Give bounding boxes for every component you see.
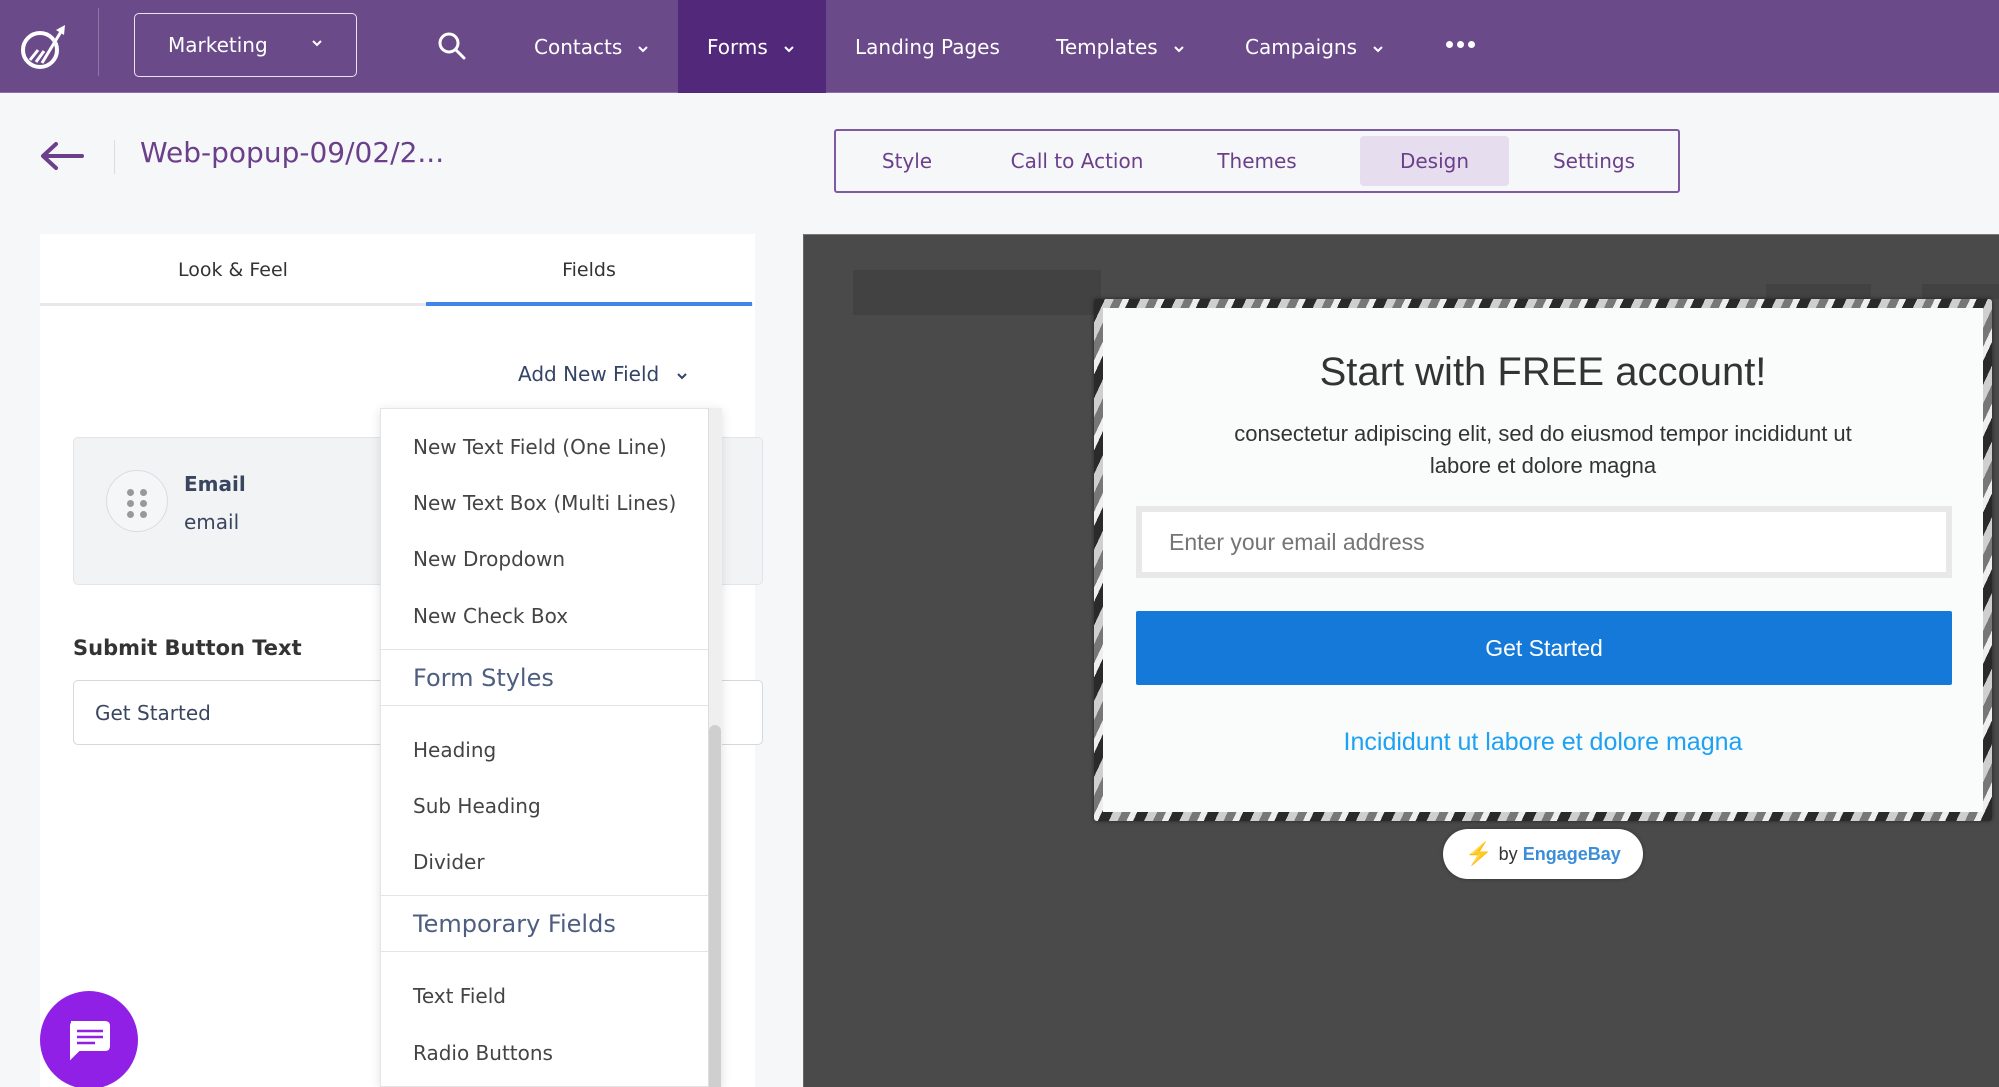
nav-item-templates[interactable]: Templates [1056, 0, 1186, 93]
nav-item-label: Templates [1056, 34, 1158, 59]
menu-divider [381, 951, 711, 952]
editor-tab-group: Style Call to Action Themes Design Setti… [834, 129, 1680, 193]
preview-placeholder-block [1922, 284, 1999, 299]
menu-item-new-check-box[interactable]: New Check Box [413, 604, 568, 628]
menu-item-radio-buttons[interactable]: Radio Buttons [413, 1041, 553, 1065]
powered-by-badge[interactable]: ⚡ by EngageBay [1443, 829, 1643, 879]
popup-footer-link[interactable]: Incididunt ut labore et dolore magna [1103, 728, 1983, 757]
panel-tabs: Look & Feel Fields [40, 234, 753, 306]
nav-item-label: Forms [707, 34, 768, 59]
chevron-down-icon [638, 45, 648, 52]
popup-email-input[interactable] [1136, 506, 1952, 578]
menu-divider [381, 895, 711, 896]
tab-fields[interactable]: Fields [426, 234, 752, 306]
preview-placeholder-block [853, 270, 1101, 315]
chevron-down-icon [312, 40, 322, 47]
popup-form: Start with FREE account! consectetur adi… [1103, 308, 1983, 812]
popup-subheading: consectetur adipiscing elit, sed do eius… [1234, 421, 1852, 478]
menu-item-heading[interactable]: Heading [413, 738, 496, 762]
tab-look-and-feel[interactable]: Look & Feel [40, 234, 426, 306]
nav-item-contacts[interactable]: Contacts [534, 0, 650, 93]
chevron-down-icon [784, 45, 794, 52]
more-horizontal-icon[interactable] [1446, 41, 1475, 48]
search-icon[interactable] [436, 30, 468, 62]
nav-item-forms[interactable]: Forms [678, 0, 826, 93]
menu-item-new-text-box[interactable]: New Text Box (Multi Lines) [413, 491, 676, 515]
app-switcher-label: Marketing [168, 33, 268, 57]
add-field-dropdown-menu: New Text Field (One Line) New Text Box (… [380, 408, 722, 1087]
nav-divider [98, 8, 99, 76]
menu-divider [381, 705, 711, 706]
nav-item-campaigns[interactable]: Campaigns [1245, 0, 1385, 93]
drag-handle-icon[interactable] [106, 470, 168, 532]
tab-settings[interactable]: Settings [1524, 136, 1664, 186]
add-new-field-button[interactable]: Add New Field [518, 362, 689, 386]
menu-section-temporary-fields: Temporary Fields [413, 910, 616, 938]
tab-design[interactable]: Design [1360, 136, 1509, 186]
menu-section-form-styles: Form Styles [413, 664, 554, 692]
growth-arrow-logo-icon[interactable] [18, 18, 72, 72]
chevron-down-icon [1173, 45, 1184, 52]
menu-item-text-field[interactable]: Text Field [413, 984, 506, 1008]
title-divider [114, 140, 115, 174]
menu-item-new-text-field[interactable]: New Text Field (One Line) [413, 435, 667, 459]
field-name: Email [184, 472, 246, 496]
chat-icon [70, 1021, 110, 1061]
page-title[interactable]: Web-popup-09/02/2... [140, 136, 444, 169]
field-key: email [184, 510, 240, 534]
dropdown-scrollbar-thumb[interactable] [709, 725, 721, 1087]
chevron-down-icon [677, 373, 687, 380]
popup-frame[interactable]: Start with FREE account! consectetur adi… [1094, 299, 1992, 821]
menu-item-divider[interactable]: Divider [413, 850, 485, 874]
tab-themes[interactable]: Themes [1192, 136, 1322, 186]
powered-by-prefix: by [1498, 843, 1518, 864]
lightning-bolt-icon: ⚡ [1465, 841, 1493, 866]
menu-item-sub-heading[interactable]: Sub Heading [413, 794, 541, 818]
nav-item-label: Contacts [534, 34, 623, 59]
active-tab-indicator [426, 302, 752, 306]
submit-button-text-label: Submit Button Text [73, 636, 302, 660]
popup-heading: Start with FREE account! [1319, 350, 1767, 394]
nav-item-label: Campaigns [1245, 34, 1358, 59]
tab-style[interactable]: Style [852, 136, 962, 186]
add-new-field-label: Add New Field [518, 362, 660, 386]
chat-widget-button[interactable] [40, 991, 138, 1087]
popup-get-started-button[interactable]: Get Started [1136, 611, 1952, 685]
preview-placeholder-block [1766, 284, 1871, 299]
brand-name: EngageBay [1522, 843, 1621, 864]
menu-item-new-dropdown[interactable]: New Dropdown [413, 547, 565, 571]
app-switcher-dropdown[interactable]: Marketing [134, 13, 357, 77]
nav-item-landing-pages[interactable]: Landing Pages [855, 0, 1000, 93]
nav-item-label: Landing Pages [855, 34, 1000, 59]
tab-call-to-action[interactable]: Call to Action [988, 136, 1166, 186]
menu-divider [381, 649, 711, 650]
arrow-left-icon[interactable] [38, 140, 84, 172]
top-navigation-bar: Marketing Contacts Forms Landing Pages T… [0, 0, 1999, 93]
chevron-down-icon [1373, 45, 1383, 52]
